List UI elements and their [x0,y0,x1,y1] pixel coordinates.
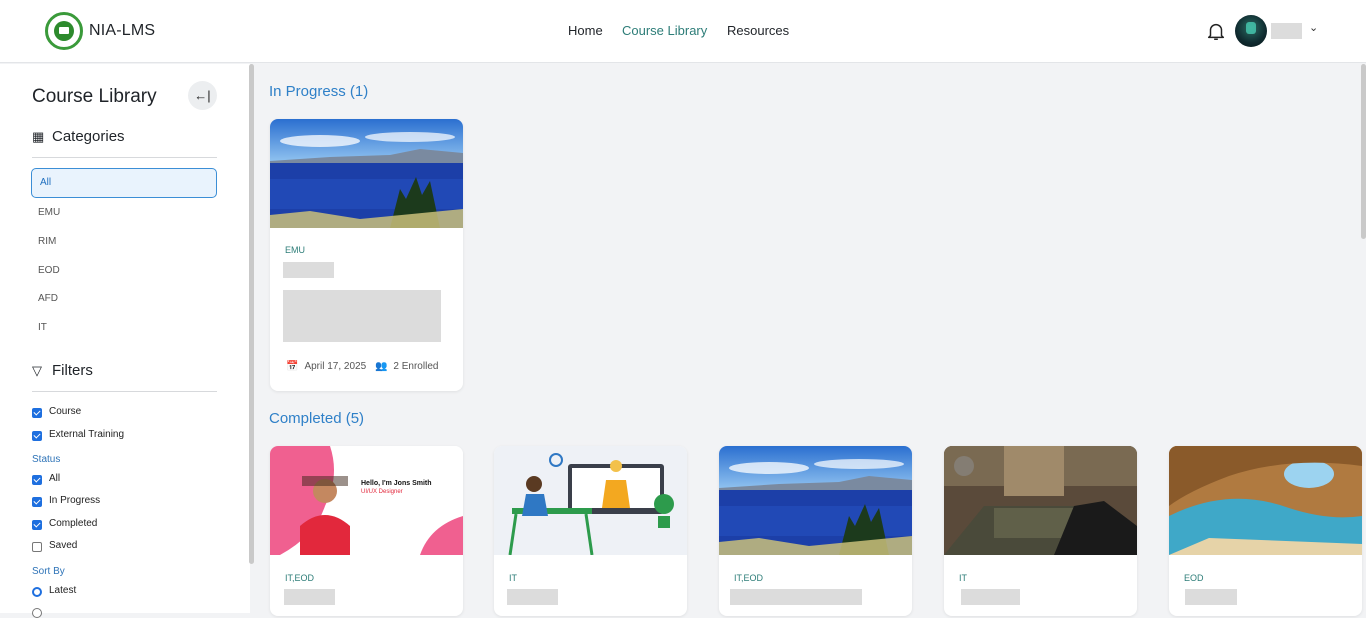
course-thumbnail [1169,446,1362,555]
category-rim[interactable]: RIM [38,236,56,247]
chevron-down-icon[interactable]: ⌄ [1309,21,1318,34]
course-enrolled: 2 Enrolled [393,361,439,372]
course-card[interactable]: EOD [1169,446,1362,616]
course-title-redacted [961,589,1020,605]
filter-icon: ▽ [32,363,42,378]
collapse-sidebar-icon[interactable]: ←| [188,81,217,110]
status-saved-checkbox[interactable] [32,542,42,552]
filter-course-label[interactable]: Course [49,406,81,417]
status-completed-label[interactable]: Completed [49,518,97,529]
course-thumbnail [494,446,687,555]
sort-option-radio[interactable] [32,608,42,618]
course-title-redacted [283,262,334,278]
course-category-tag: EOD [1184,573,1204,583]
category-emu[interactable]: EMU [38,207,60,218]
nav-home[interactable]: Home [568,23,603,38]
status-completed-checkbox[interactable] [32,520,42,530]
course-card[interactable]: IT [494,446,687,616]
portfolio-greeting: Hello, I'm Jons Smith [361,480,432,487]
course-thumbnail [719,446,912,555]
divider [32,391,217,392]
course-title-redacted [284,589,335,605]
course-thumbnail [270,446,463,555]
course-category-tag: IT [959,573,967,583]
category-afd[interactable]: AFD [38,293,58,304]
course-description-redacted [283,290,441,342]
course-category-tag: EMU [285,245,305,255]
filter-external-training-label[interactable]: External Training [49,429,124,440]
sidebar: Course Library ←| ▦ Categories All EMU RI… [0,64,250,618]
avatar[interactable] [1235,15,1267,47]
in-progress-heading: In Progress (1) [269,83,369,100]
users-icon: 👥 [374,361,388,372]
filters-label: Filters [52,362,93,379]
status-in-progress-label[interactable]: In Progress [49,495,100,506]
course-card[interactable]: IT [944,446,1137,616]
sort-latest-radio[interactable] [32,587,42,597]
course-category-tag: IT [509,573,517,583]
course-card[interactable]: EMU 📅 April 17, 2025 👥 2 Enrolled [270,119,463,391]
sidebar-title: Course Library [32,86,157,107]
sidebar-scrollbar[interactable] [249,64,254,564]
course-title-redacted [1185,589,1237,605]
nia-logo[interactable] [45,12,83,50]
main-scrollbar[interactable] [1361,64,1366,239]
category-eod[interactable]: EOD [38,265,60,276]
course-thumbnail [270,119,463,228]
nav-resources[interactable]: Resources [727,23,789,38]
status-in-progress-checkbox[interactable] [32,497,42,507]
sort-heading: Sort By [32,566,65,577]
status-all-checkbox[interactable] [32,475,42,485]
course-card[interactable]: Hello, I'm Jons Smith UI/UX Designer IT,… [270,446,463,616]
grid-icon: ▦ [32,129,45,144]
user-name-redacted[interactable] [1271,23,1302,39]
nav-course-library[interactable]: Course Library [622,23,707,38]
course-category-tag: IT,EOD [734,573,764,583]
bell-icon[interactable] [1205,19,1227,43]
course-category-tag: IT,EOD [285,573,315,583]
brand-name[interactable]: NIA-LMS [89,22,155,40]
filter-external-training-checkbox[interactable] [32,431,42,441]
completed-heading: Completed (5) [269,410,365,427]
category-all[interactable]: All [31,168,217,198]
status-heading: Status [32,454,61,465]
categories-label: Categories [52,128,125,145]
course-date: April 17, 2025 [304,361,367,372]
course-card[interactable]: IT,EOD [719,446,912,616]
course-title-redacted [507,589,558,605]
calendar-icon: 📅 [286,361,299,372]
top-navbar: NIA-LMS Home Course Library Resources ⌄ [0,0,1366,63]
course-title-redacted [730,589,862,605]
divider [32,157,217,158]
sort-latest-label[interactable]: Latest [49,585,76,596]
status-all-label[interactable]: All [49,473,60,484]
filter-course-checkbox[interactable] [32,408,42,418]
status-saved-label[interactable]: Saved [49,540,77,551]
portfolio-role: UI/UX Designer [361,489,403,495]
course-thumbnail [944,446,1137,555]
filters-heading: ▽ Filters [32,362,93,379]
categories-heading: ▦ Categories [32,128,125,145]
category-it[interactable]: IT [38,322,47,333]
course-meta: 📅 April 17, 2025 👥 2 Enrolled [286,361,444,372]
